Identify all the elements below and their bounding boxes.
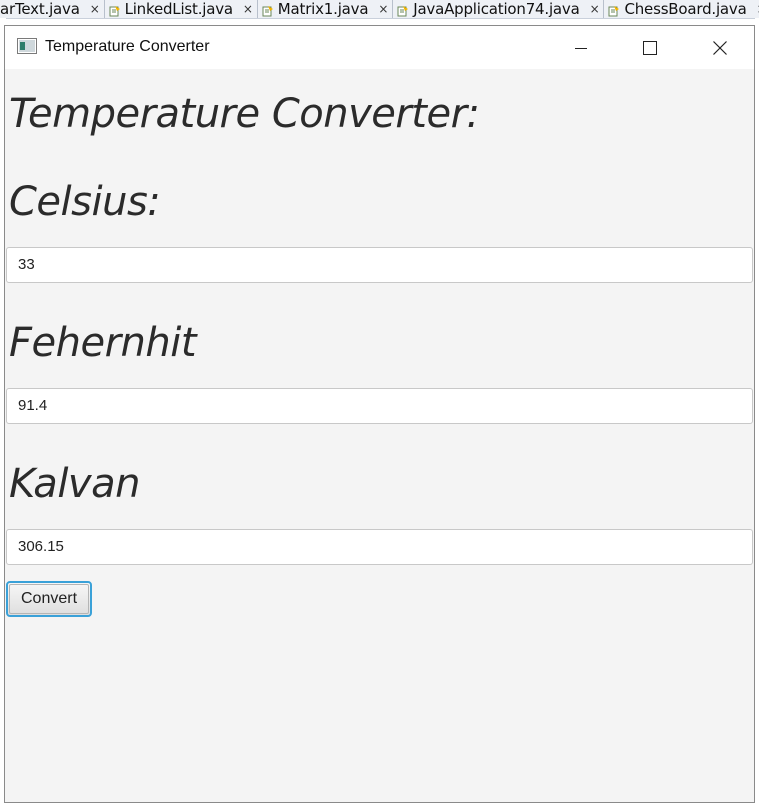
close-icon[interactable]: ×	[243, 2, 253, 16]
minimize-button[interactable]	[558, 26, 604, 69]
fahrenheit-label: Fehernhit	[9, 320, 197, 366]
kelvin-label: Kalvan	[9, 461, 140, 507]
maximize-button[interactable]	[627, 26, 673, 69]
close-icon[interactable]: ×	[590, 2, 600, 16]
window-title: Temperature Converter	[45, 38, 210, 55]
page-title: Temperature Converter:	[9, 91, 480, 137]
ide-tab-label: Matrix1.java	[277, 0, 369, 18]
celsius-label: Celsius:	[9, 179, 161, 225]
ide-tab-javaapplication74[interactable]: JavaApplication74.java ×	[393, 0, 605, 18]
ide-tab-label: ChessBoard.java	[624, 0, 747, 18]
ide-tab-chessboard[interactable]: ChessBoard.java ×	[604, 0, 759, 18]
ide-tab-label: arText.java	[0, 0, 80, 18]
ide-tab-strip: arText.java × LinkedList.java × Matrix1.…	[0, 0, 759, 19]
java-file-icon	[109, 3, 121, 17]
title-bar[interactable]: Temperature Converter	[5, 26, 754, 69]
ide-tab-artext[interactable]: arText.java ×	[0, 0, 105, 18]
app-window: Temperature Converter Temperature Conver…	[4, 25, 755, 803]
java-app-icon	[17, 38, 37, 54]
ide-tab-matrix1[interactable]: Matrix1.java ×	[257, 0, 394, 18]
converter-form: Temperature Converter: Celsius: 33 Feher…	[5, 69, 754, 802]
kelvin-input[interactable]: 306.15	[6, 529, 753, 565]
close-button[interactable]	[697, 26, 743, 69]
fahrenheit-input[interactable]: 91.4	[6, 388, 753, 424]
close-icon	[713, 40, 727, 55]
close-icon[interactable]: ×	[378, 2, 388, 16]
ide-editor-edge	[755, 18, 759, 803]
minimize-icon	[575, 47, 587, 49]
maximize-icon	[643, 40, 657, 55]
celsius-input[interactable]: 33	[6, 247, 753, 283]
ide-tab-label: LinkedList.java	[124, 0, 234, 18]
java-file-icon	[397, 3, 409, 17]
convert-button[interactable]: Convert	[6, 581, 92, 617]
java-file-icon	[262, 3, 274, 17]
ide-tab-linkedlist[interactable]: LinkedList.java ×	[104, 0, 258, 18]
ide-tab-label: JavaApplication74.java	[413, 0, 580, 18]
close-icon[interactable]: ×	[90, 2, 100, 16]
convert-button-label: Convert	[20, 590, 78, 607]
java-file-icon	[608, 3, 620, 17]
